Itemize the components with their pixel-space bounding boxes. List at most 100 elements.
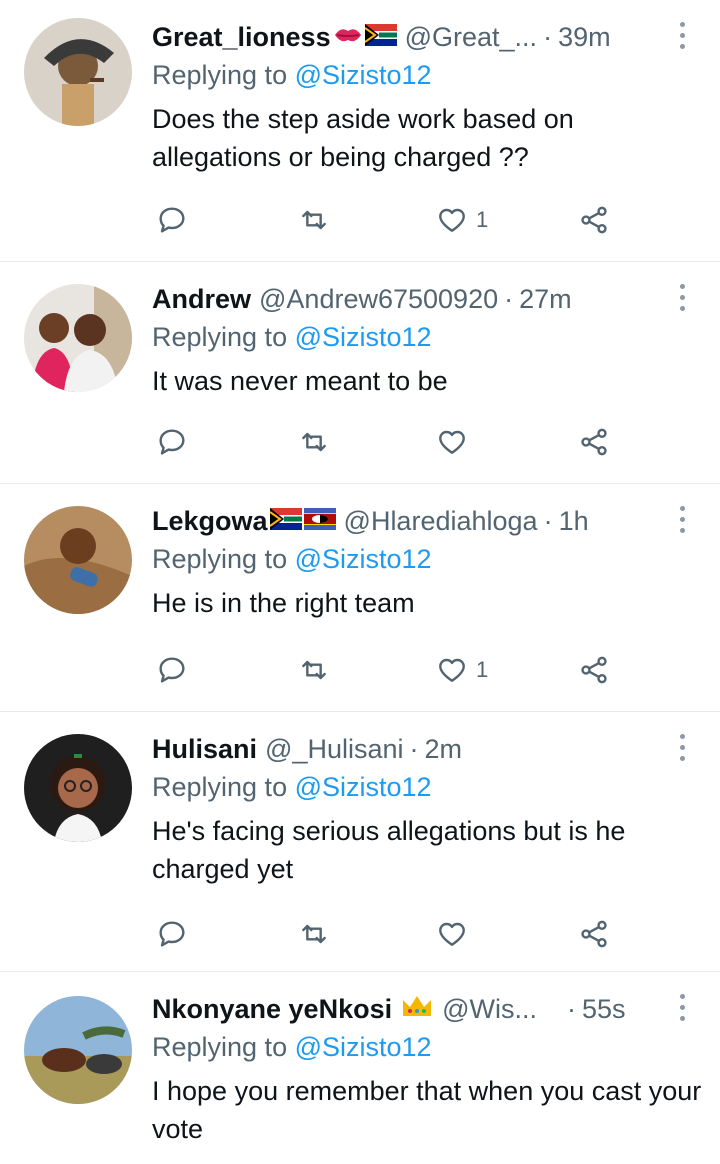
avatar[interactable] <box>24 734 132 842</box>
like-button[interactable] <box>436 914 476 954</box>
heart-icon <box>439 922 465 946</box>
replying-label: Replying to <box>152 60 288 90</box>
separator-dot: · <box>504 283 514 314</box>
tweet-text: It was never meant to be <box>152 366 448 396</box>
like-button[interactable] <box>436 422 476 462</box>
display-name[interactable]: Lekgowa <box>152 506 268 537</box>
tweet[interactable]: Andrew @Andrew67500920 · 27m Replying to… <box>0 262 720 484</box>
replying-label: Replying to <box>152 544 288 574</box>
reply-mention-link[interactable]: @Sizisto12 <box>295 322 432 352</box>
tweet[interactable]: Great_lioness @Great_... · 39m Replying … <box>0 0 720 262</box>
reply-mention-link[interactable]: @Sizisto12 <box>295 772 432 802</box>
share-icon <box>581 206 607 234</box>
replying-label: Replying to <box>152 322 288 352</box>
handle[interactable]: @Great_... <box>405 22 537 53</box>
tweet-text: Does the step aside work based on allega… <box>152 104 574 172</box>
retweet-icon <box>302 660 326 680</box>
retweet-icon <box>302 924 326 944</box>
avatar-image <box>24 734 132 842</box>
replying-to: Replying to @Sizisto12 <box>152 544 432 575</box>
retweet-icon <box>302 432 326 452</box>
action-bar: 1 <box>152 650 622 690</box>
avatar-image <box>24 996 132 1104</box>
like-count: 1 <box>476 207 489 232</box>
heart-icon <box>439 658 465 682</box>
action-bar <box>152 422 622 462</box>
like-button[interactable]: 1 <box>436 200 488 240</box>
display-name[interactable]: Hulisani <box>152 734 257 765</box>
reply-icon <box>159 429 185 455</box>
handle[interactable]: @Andrew67500920 <box>259 284 498 315</box>
avatar[interactable] <box>24 506 132 614</box>
reply-mention-link[interactable]: @Sizisto12 <box>295 60 432 90</box>
avatar[interactable] <box>24 18 132 126</box>
more-options-icon[interactable] <box>678 734 686 764</box>
separator-dot: · <box>543 505 553 536</box>
timestamp[interactable]: 55s <box>582 994 626 1025</box>
avatar[interactable] <box>24 996 132 1104</box>
share-icon <box>581 920 607 948</box>
display-name[interactable]: Great_lioness <box>152 22 331 53</box>
avatar-image <box>24 284 132 392</box>
reply-mention-link[interactable]: @Sizisto12 <box>295 1032 432 1062</box>
more-options-icon[interactable] <box>678 506 686 536</box>
like-button[interactable]: 1 <box>436 650 488 690</box>
timestamp[interactable]: 39m <box>558 22 611 53</box>
replying-to: Replying to @Sizisto12 <box>152 60 432 91</box>
avatar-image <box>24 506 132 614</box>
replying-to: Replying to @Sizisto12 <box>152 772 432 803</box>
retweet-button[interactable] <box>298 650 330 690</box>
reply-button[interactable] <box>156 650 188 690</box>
tweet[interactable]: Hulisani @_Hulisani · 2m Replying to @Si… <box>0 712 720 972</box>
replying-to: Replying to @Sizisto12 <box>152 322 432 353</box>
retweet-icon <box>302 210 326 230</box>
reply-mention-link[interactable]: @Sizisto12 <box>295 544 432 574</box>
share-button[interactable] <box>578 422 610 462</box>
retweet-button[interactable] <box>298 914 330 954</box>
share-button[interactable] <box>578 650 610 690</box>
separator-dot: · <box>409 733 419 764</box>
like-count: 1 <box>476 657 489 682</box>
handle[interactable]: @_Hulisani <box>265 734 403 765</box>
reply-button[interactable] <box>156 422 188 462</box>
tweet[interactable]: Lekgowa @Hlarediahloga · 1h Replying to … <box>0 484 720 712</box>
separator-dot: · <box>567 993 577 1024</box>
more-options-icon[interactable] <box>678 22 686 52</box>
reply-icon <box>159 921 185 947</box>
timestamp[interactable]: 27m <box>519 284 572 315</box>
share-button[interactable] <box>578 200 610 240</box>
action-bar: 1 <box>152 200 622 240</box>
avatar-image <box>24 18 132 126</box>
share-icon <box>581 428 607 456</box>
retweet-button[interactable] <box>298 422 330 462</box>
reply-icon <box>159 657 185 683</box>
more-options-icon[interactable] <box>678 994 686 1024</box>
eswatini-flag-emoji <box>303 506 336 537</box>
retweet-button[interactable] <box>298 200 330 240</box>
reply-icon <box>159 207 185 233</box>
display-name[interactable]: Andrew <box>152 284 251 315</box>
avatar[interactable] <box>24 284 132 392</box>
south-africa-flag-emoji <box>268 506 302 537</box>
reply-button[interactable] <box>156 914 188 954</box>
kiss-mark-emoji <box>333 22 363 53</box>
timestamp[interactable]: 1h <box>559 506 589 537</box>
replying-label: Replying to <box>152 772 288 802</box>
tweet-text: He is in the right team <box>152 588 415 618</box>
handle[interactable]: @Wis... <box>442 994 537 1025</box>
share-button[interactable] <box>578 914 610 954</box>
reply-button[interactable] <box>156 200 188 240</box>
more-options-icon[interactable] <box>678 284 686 314</box>
share-icon <box>581 656 607 684</box>
action-bar <box>152 914 622 954</box>
display-name[interactable]: Nkonyane yeNkosi <box>152 994 392 1025</box>
timestamp[interactable]: 2m <box>425 734 463 765</box>
south-africa-flag-emoji <box>364 22 397 53</box>
separator-dot: · <box>543 21 553 52</box>
replying-label: Replying to <box>152 1032 288 1062</box>
tweet-text: He's facing serious allegations but is h… <box>152 816 626 884</box>
heart-icon <box>439 208 465 232</box>
tweet-text: I hope you remember that when you cast y… <box>152 1076 702 1144</box>
tweet[interactable]: Nkonyane yeNkosi @Wis... · 55s Replying … <box>0 972 720 1164</box>
handle[interactable]: @Hlarediahloga <box>344 506 538 537</box>
